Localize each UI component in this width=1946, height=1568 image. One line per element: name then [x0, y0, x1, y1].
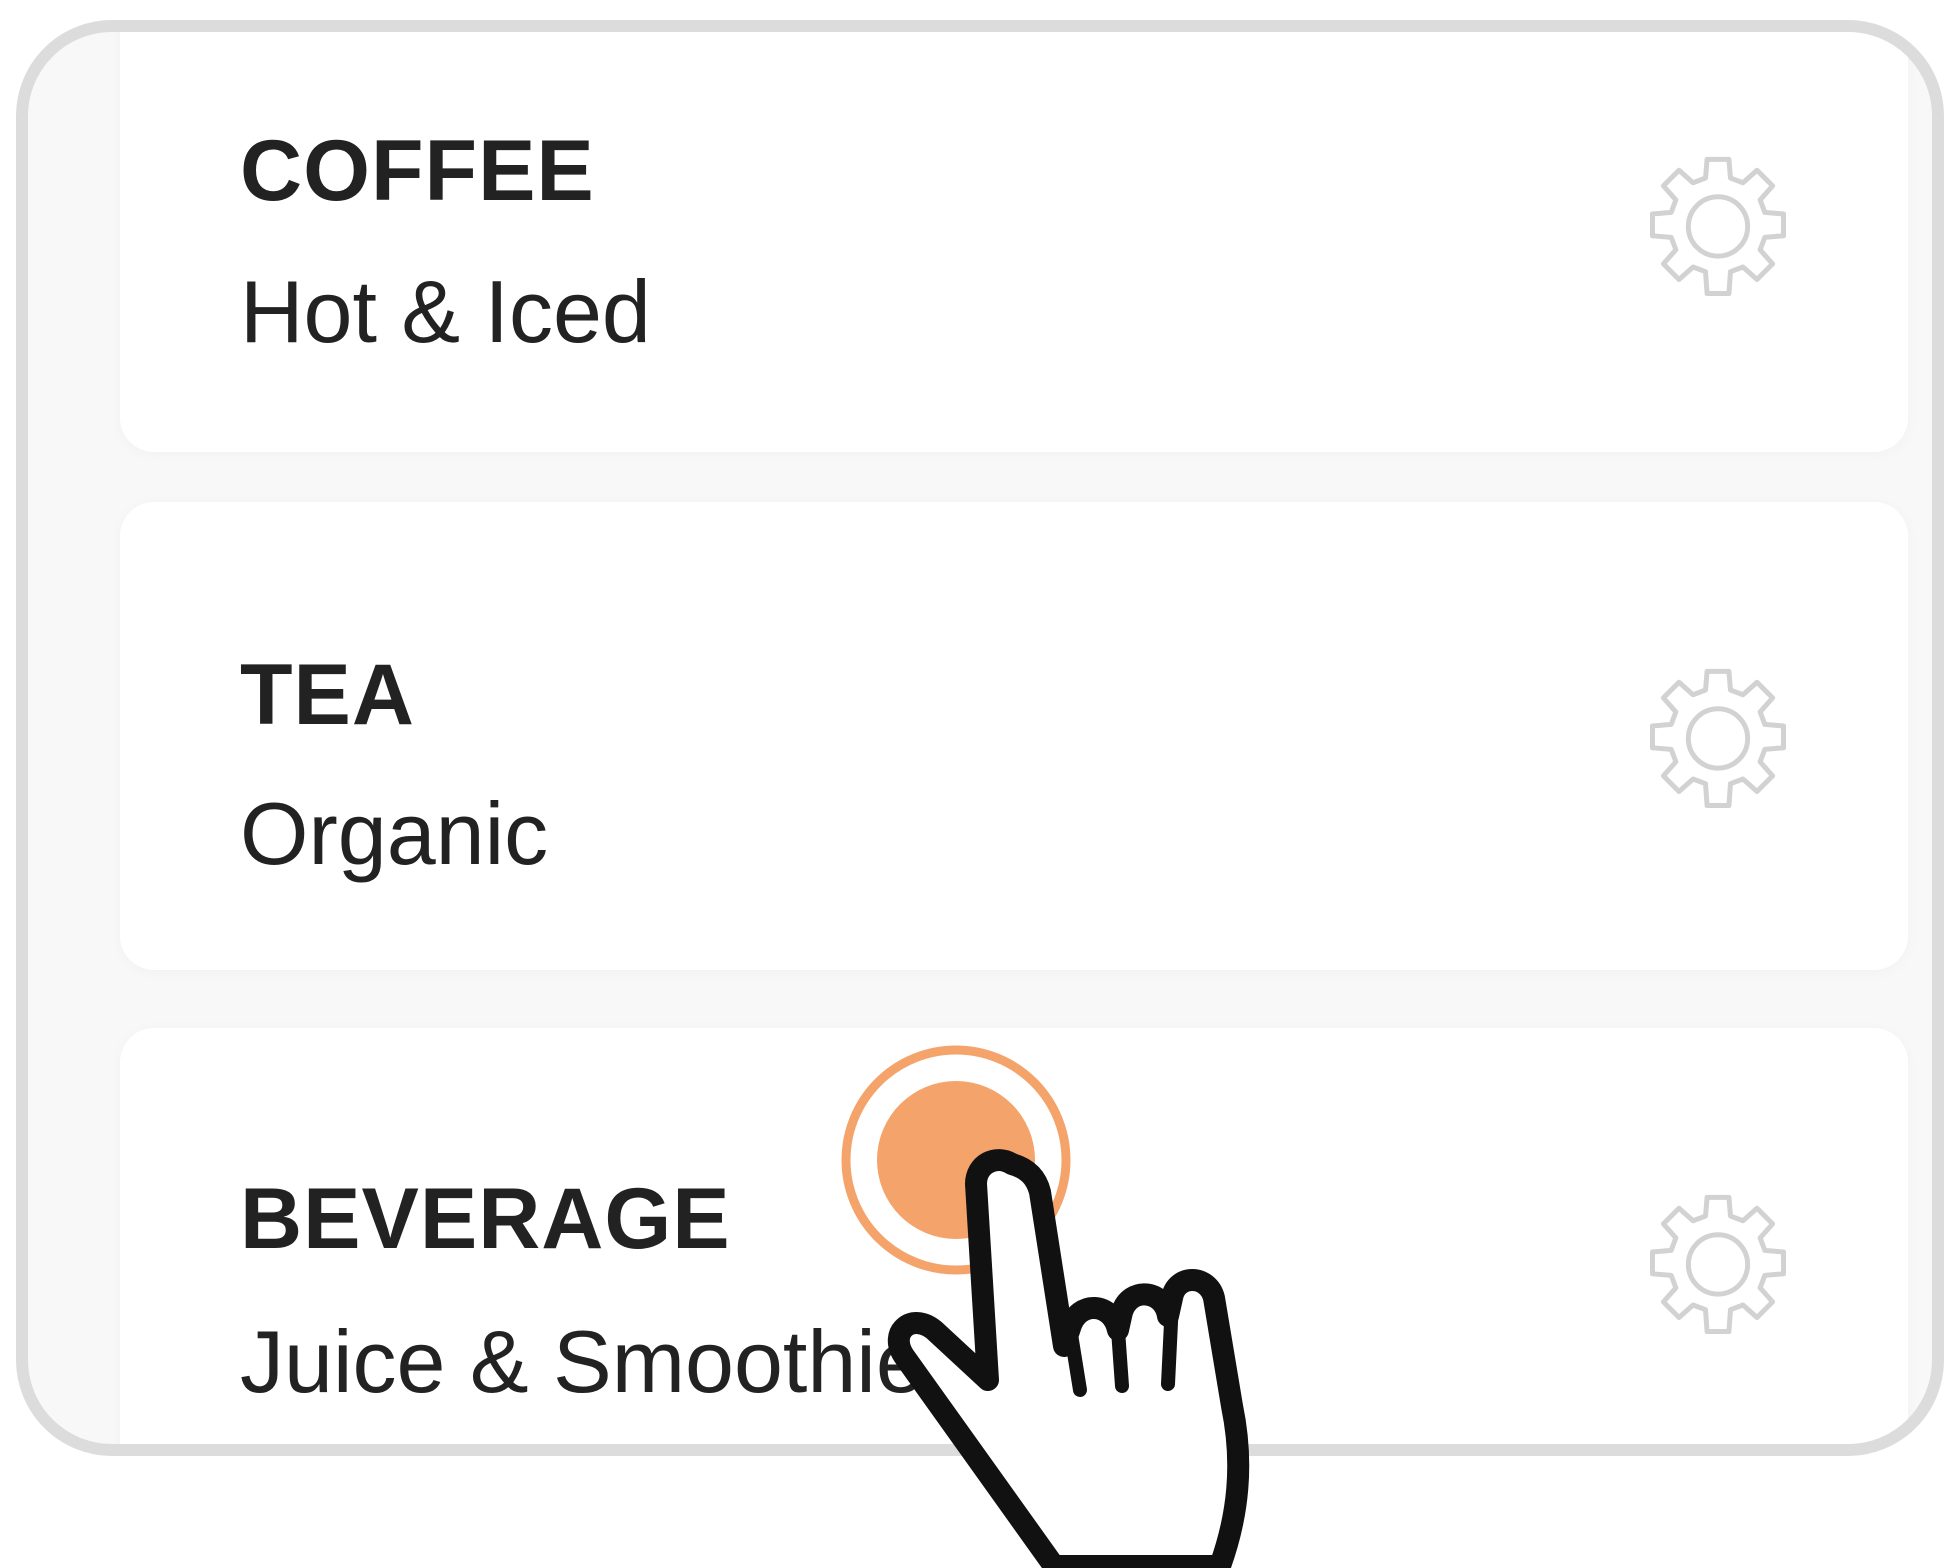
category-subtitle: Juice & Smoothie — [240, 1312, 925, 1411]
category-title: COFFEE — [240, 123, 595, 219]
category-title: BEVERAGE — [240, 1171, 731, 1267]
gear-icon[interactable] — [1640, 662, 1796, 818]
category-subtitle: Hot & Iced — [240, 262, 651, 361]
hand-pointer-icon — [872, 1126, 1262, 1568]
gear-icon[interactable] — [1640, 1188, 1796, 1344]
category-title: TEA — [240, 647, 415, 743]
category-card-coffee[interactable]: COFFEE Hot & Iced — [120, 32, 1908, 452]
category-subtitle: Organic — [240, 784, 549, 883]
gear-icon[interactable] — [1640, 150, 1796, 306]
category-card-tea[interactable]: TEA Organic — [120, 502, 1908, 970]
